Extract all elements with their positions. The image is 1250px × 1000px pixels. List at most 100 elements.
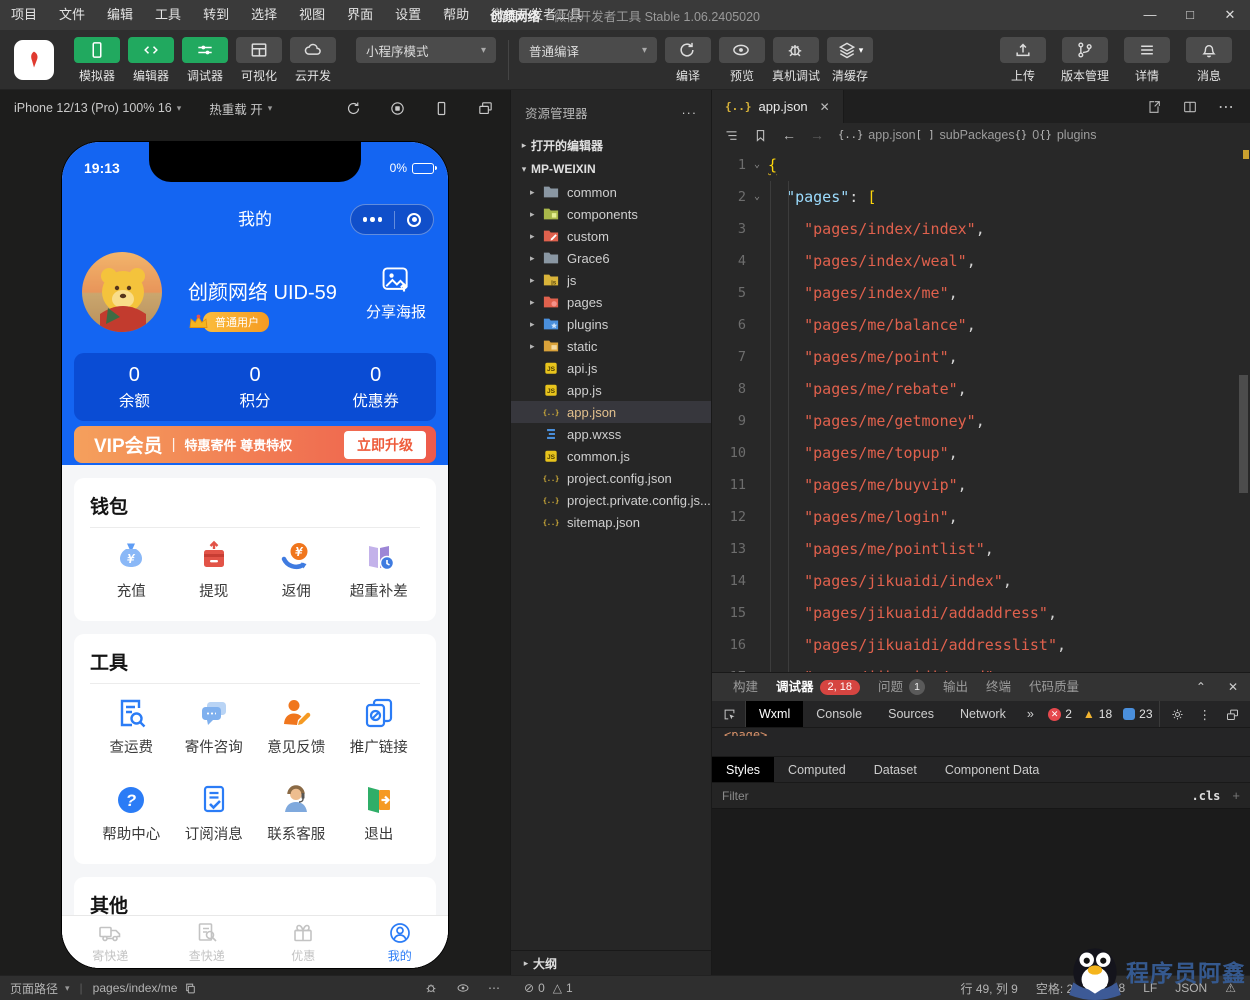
copy-icon[interactable] bbox=[184, 982, 197, 995]
fold-icon[interactable]: ⌄ bbox=[746, 149, 768, 181]
mode-select[interactable]: 小程序模式 ▾ bbox=[356, 37, 496, 63]
panel-toggle-button[interactable]: 可视化 bbox=[232, 37, 286, 84]
styles-tab[interactable]: Styles bbox=[712, 757, 775, 782]
panel-toggle-button[interactable]: 编辑器 bbox=[124, 37, 178, 84]
tabbar-item[interactable]: 我的 bbox=[352, 916, 449, 968]
device-select[interactable]: iPhone 12/13 (Pro) 100% 16 ▾ bbox=[14, 101, 181, 115]
outline-section[interactable]: ▸ 大纲 bbox=[511, 950, 711, 975]
breadcrumb-item[interactable]: {} 0 bbox=[1015, 128, 1040, 142]
file-tree-item[interactable]: JS api.js bbox=[511, 357, 711, 379]
hot-reload-toggle[interactable]: 热重载 开 ▾ bbox=[209, 99, 272, 118]
stat-item[interactable]: 0 优惠券 bbox=[315, 364, 436, 411]
menu-item[interactable]: 帮助 bbox=[432, 0, 480, 30]
upgrade-vip-button[interactable]: 立即升级 bbox=[344, 430, 426, 459]
page-path-label[interactable]: 页面路径 bbox=[10, 980, 58, 997]
file-tree-item[interactable]: ▸ Grace6 bbox=[511, 247, 711, 269]
file-tree-item[interactable]: JS app.js bbox=[511, 379, 711, 401]
file-tree-item[interactable]: ▸ common bbox=[511, 181, 711, 203]
tabbar-item[interactable]: 查快递 bbox=[159, 916, 256, 968]
debugger-tab[interactable]: 问题 1 bbox=[869, 673, 934, 701]
file-tree-item[interactable]: ▸ plugins bbox=[511, 313, 711, 335]
gear-icon[interactable] bbox=[1170, 707, 1185, 722]
cursor-position[interactable]: 行 49, 列 9 bbox=[961, 980, 1018, 997]
file-tree-item[interactable]: app.wxss bbox=[511, 423, 711, 445]
file-tree-item[interactable]: ▸ static bbox=[511, 335, 711, 357]
toolbar-right-button[interactable]: 上传 bbox=[992, 37, 1054, 84]
debugger-tab[interactable]: 终端 bbox=[977, 673, 1020, 701]
split-editor-icon[interactable] bbox=[1182, 99, 1198, 115]
menu-item[interactable]: 选择 bbox=[240, 0, 288, 30]
toolbar-action-button[interactable]: 编译 bbox=[661, 37, 715, 84]
fold-icon[interactable]: ⌄ bbox=[746, 181, 768, 213]
rotate-device-icon[interactable] bbox=[433, 100, 450, 117]
file-tree-item[interactable]: ▸ js js bbox=[511, 269, 711, 291]
tool-item[interactable]: 联系客服 bbox=[255, 771, 338, 858]
menu-item[interactable]: 编辑 bbox=[96, 0, 144, 30]
wallet-item[interactable]: ¥ 返佣 bbox=[255, 528, 338, 615]
file-tree-item[interactable]: {..} app.json 1 bbox=[511, 401, 711, 423]
compile-select[interactable]: 普通编译 ▾ bbox=[519, 37, 657, 63]
wallet-item[interactable]: 超重补差 bbox=[338, 528, 421, 615]
toolbar-right-button[interactable]: 消息 bbox=[1178, 37, 1240, 84]
capsule-menu[interactable] bbox=[350, 204, 434, 235]
styles-tab[interactable]: Computed bbox=[774, 757, 860, 782]
avatar[interactable] bbox=[82, 252, 162, 332]
stat-item[interactable]: 0 积分 bbox=[195, 364, 316, 411]
tool-item[interactable]: ? 帮助中心 bbox=[90, 771, 173, 858]
debugger-tab[interactable]: 调试器 2, 18 bbox=[767, 673, 869, 701]
refresh-icon[interactable] bbox=[345, 100, 362, 117]
tab-overflow-icon[interactable]: » bbox=[1019, 701, 1042, 727]
tool-item[interactable]: 退出 bbox=[338, 771, 421, 858]
back-icon[interactable]: ← bbox=[782, 127, 796, 143]
debug-status-icon[interactable] bbox=[424, 981, 438, 995]
menu-item[interactable]: 设置 bbox=[384, 0, 432, 30]
more-icon[interactable]: ··· bbox=[682, 106, 698, 120]
menu-item[interactable]: 视图 bbox=[288, 0, 336, 30]
toolbar-action-button[interactable]: 预览 bbox=[715, 37, 769, 84]
breadcrumb-item[interactable]: [ ] subPackages bbox=[916, 128, 1015, 142]
file-tree-item[interactable]: JS common.js bbox=[511, 445, 711, 467]
file-tree-item[interactable]: {..} sitemap.json bbox=[511, 511, 711, 533]
info-count[interactable]: 23 bbox=[1123, 707, 1153, 721]
toolbar-action-button[interactable]: ▾ 清缓存 bbox=[823, 37, 877, 84]
breadcrumb-item[interactable]: {..} app.json bbox=[838, 128, 916, 142]
file-tree-item[interactable]: ▸ pages bbox=[511, 291, 711, 313]
scrollbar-thumb[interactable] bbox=[1239, 375, 1248, 493]
tabbar-item[interactable]: 寄快递 bbox=[62, 916, 159, 968]
menu-item[interactable]: 文件 bbox=[48, 0, 96, 30]
share-poster-button[interactable]: 分享海报 bbox=[366, 264, 426, 332]
wallet-item[interactable]: 提现 bbox=[173, 528, 256, 615]
open-editors-section[interactable]: ▸ 打开的编辑器 bbox=[511, 133, 711, 157]
cls-toggle[interactable]: .cls bbox=[1192, 789, 1221, 803]
kebab-menu-icon[interactable]: ⋮ bbox=[1199, 707, 1212, 722]
breadcrumb-item[interactable]: {} plugins bbox=[1039, 128, 1096, 142]
debugger-tab[interactable]: 输出 bbox=[934, 673, 977, 701]
menu-item[interactable]: 项目 bbox=[0, 0, 48, 30]
file-tree-item[interactable]: ▸ custom bbox=[511, 225, 711, 247]
file-tree-item[interactable]: ▸ components bbox=[511, 203, 711, 225]
collapse-panel-icon[interactable]: ⌃ bbox=[1196, 680, 1206, 694]
code-editor[interactable]: 1 ⌄ { 2 ⌄ "pages": [ 3 "pages/index/index"… bbox=[712, 147, 1250, 672]
close-tab-icon[interactable]: ✕ bbox=[820, 100, 830, 114]
tool-item[interactable]: 推广链接 bbox=[338, 684, 421, 771]
devtools-tab[interactable]: Network bbox=[947, 701, 1019, 727]
minimize-button[interactable]: — bbox=[1130, 0, 1170, 30]
styles-tab[interactable]: Dataset bbox=[860, 757, 931, 782]
record-icon[interactable] bbox=[389, 100, 406, 117]
menu-item[interactable]: 工具 bbox=[144, 0, 192, 30]
close-button[interactable]: ✕ bbox=[1210, 0, 1250, 30]
devtools-tab[interactable]: Sources bbox=[875, 701, 947, 727]
file-tree-item[interactable]: {..} project.private.config.js... bbox=[511, 489, 711, 511]
tabbar-item[interactable]: 优惠 bbox=[255, 916, 352, 968]
more-status-icon[interactable]: ⋯ bbox=[488, 981, 500, 995]
debugger-tab[interactable]: 构建 bbox=[724, 673, 767, 701]
debugger-tab[interactable]: 代码质量 bbox=[1020, 673, 1088, 701]
styles-tab[interactable]: Component Data bbox=[931, 757, 1054, 782]
multi-window-icon[interactable] bbox=[477, 100, 494, 117]
add-rule-icon[interactable]: + bbox=[1232, 788, 1240, 803]
bookmark-icon[interactable] bbox=[753, 128, 768, 143]
editor-tab[interactable]: {..} app.json ✕ bbox=[712, 90, 844, 123]
close-panel-icon[interactable]: ✕ bbox=[1228, 680, 1238, 694]
toolbar-action-button[interactable]: 真机调试 bbox=[769, 37, 823, 84]
stat-item[interactable]: 0 余额 bbox=[74, 364, 195, 411]
